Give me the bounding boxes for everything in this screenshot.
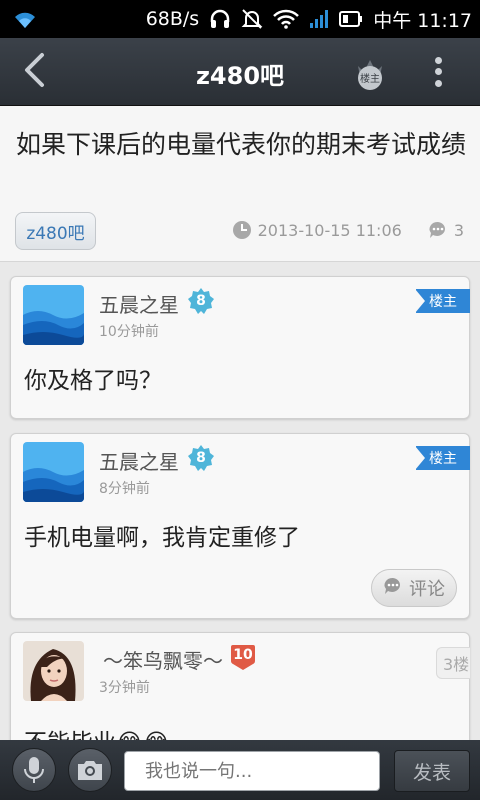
reply-count: 3 (453, 220, 464, 240)
level-badge: 10 (229, 643, 257, 671)
signal-icon (309, 9, 329, 29)
forum-tag-button[interactable]: z480吧 (15, 212, 96, 250)
reply-card: ～笨鸟飘零～ 10 3分钟前 3楼 不能毕业😂😂 (10, 632, 470, 740)
reply-content: 不能毕业😂😂 (24, 723, 170, 740)
more-icon-dot (434, 79, 442, 87)
owner-badge: 楼主 (415, 446, 470, 470)
reply-content: 手机电量啊，我肯定重修了 (24, 525, 300, 551)
headset-icon (209, 9, 231, 29)
avatar[interactable] (23, 442, 84, 502)
comment-button[interactable]: 评论 (371, 569, 457, 607)
username[interactable]: 五晨之星 (99, 289, 179, 318)
post-title: 如果下课后的电量代表你的期末考试成绩 (16, 130, 467, 159)
reply-content: 你及格了吗？ (24, 368, 162, 394)
more-menu-button[interactable] (426, 52, 450, 92)
reply-card: 五晨之星 8 10分钟前 楼主 你及格了吗？ (10, 276, 470, 419)
post-meta: 2013-10-15 11:06 3 (232, 220, 464, 240)
camera-button[interactable] (68, 748, 112, 792)
avatar[interactable] (23, 641, 84, 701)
username[interactable]: 五晨之星 (99, 446, 179, 475)
reply-time: 10分钟前 (99, 324, 159, 340)
comment-icon (383, 576, 403, 601)
level-badge: 8 (187, 444, 215, 472)
camera-icon (78, 761, 102, 780)
more-icon-dot (434, 68, 442, 76)
avatar[interactable] (23, 285, 84, 345)
comment-label: 评论 (409, 579, 445, 600)
reply-time: 3分钟前 (99, 680, 150, 696)
send-button[interactable]: 发表 (394, 750, 470, 792)
reply-card: 五晨之星 8 8分钟前 楼主 手机电量啊，我肯定重修了 评论 (10, 433, 470, 619)
page-title: z480吧 (195, 62, 285, 90)
floor-badge: 3楼 (436, 647, 470, 679)
voice-button[interactable] (12, 748, 56, 792)
reply-time: 8分钟前 (99, 481, 150, 497)
level-badge: 8 (187, 287, 215, 315)
owner-badge: 楼主 (415, 289, 470, 313)
battery-icon (339, 9, 363, 29)
status-bar: 68B/s 中午 11:17 (0, 0, 480, 38)
level-number: 8 (196, 293, 206, 309)
clock-time: 中午 11:17 (373, 9, 472, 32)
owner-icon-label: 楼主 (360, 72, 380, 85)
title-bar: z480吧 楼主 (0, 38, 480, 106)
reply-input[interactable] (124, 751, 380, 791)
post-date: 2013-10-15 11:06 (257, 220, 402, 240)
owner-crown-icon: 楼主 (358, 60, 382, 90)
wifi-icon (12, 8, 38, 35)
mute-icon (241, 8, 263, 30)
username[interactable]: ～笨鸟飘零～ (103, 645, 223, 674)
level-number: 8 (196, 450, 206, 466)
mic-icon (24, 757, 44, 783)
owner-only-button[interactable]: 楼主 (350, 52, 390, 92)
reply-bar: 发表 (0, 740, 480, 800)
comment-icon (428, 220, 448, 240)
post-header: 如果下课后的电量代表你的期末考试成绩 z480吧 2013-10-15 11:0… (0, 106, 480, 262)
clock-icon (232, 220, 252, 240)
more-icon (434, 57, 442, 65)
wifi-strength-icon (273, 9, 300, 29)
network-speed: 68B/s (145, 8, 200, 30)
level-number: 10 (233, 647, 253, 663)
reply-list[interactable]: 五晨之星 8 10分钟前 楼主 你及格了吗？ 五晨之星 8 8分钟前 楼主 手机… (0, 262, 480, 740)
